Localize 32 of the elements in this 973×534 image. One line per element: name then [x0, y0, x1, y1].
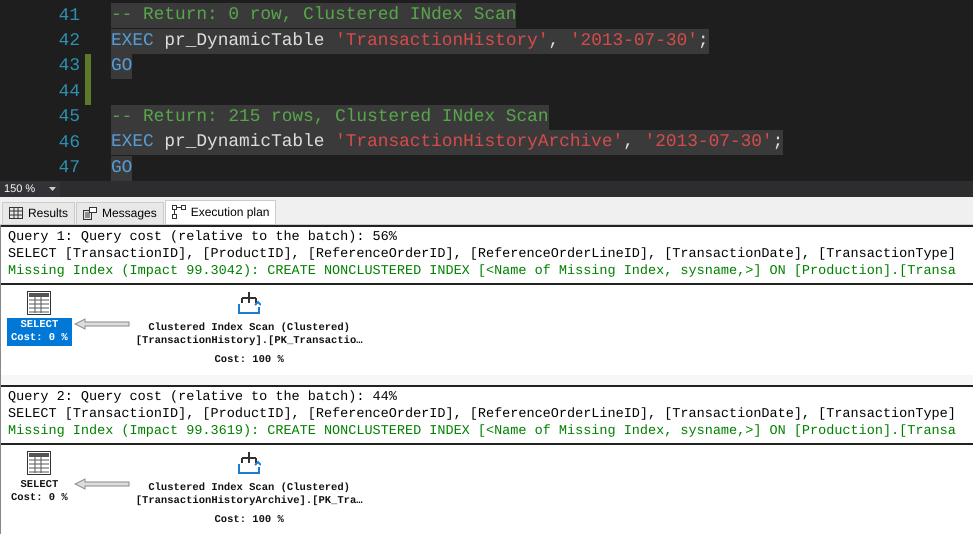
- zoom-dropdown[interactable]: 150 %: [0, 180, 60, 197]
- dropdown-caret-icon: [49, 186, 56, 191]
- result-tab[interactable]: Messages: [76, 202, 164, 224]
- table-icon: [27, 290, 52, 315]
- line-number: 45: [58, 107, 80, 128]
- line-number: 44: [58, 82, 80, 102]
- line-number: 43: [58, 56, 80, 76]
- plan-icon: [172, 205, 186, 220]
- code-editor[interactable]: [0, 0, 973, 181]
- grid-icon: [9, 207, 23, 220]
- plan-node-label[interactable]: Clustered Index Scan (Clustered) [TransactionHistory].[PK_Transactio… Cost: 100 %: [132, 320, 367, 368]
- query-cost-text: Query 2: Query cost (relative to the batch): 44%: [8, 388, 398, 406]
- plan-node-label[interactable]: SELECT Cost: 0 %: [7, 478, 72, 506]
- plan-node-label[interactable]: Clustered Index Scan (Clustered) [TransactionHistoryArchive].[PK_Tra… Cost: 100 %: [132, 480, 367, 528]
- flow-arrow: [74, 478, 130, 490]
- result-tab[interactable]: Results: [2, 202, 76, 224]
- line-number: 41: [58, 6, 80, 26]
- index-scan-icon: [237, 290, 262, 315]
- line-number: 42: [58, 31, 80, 52]
- line-number: 46: [58, 132, 80, 153]
- result-tab[interactable]: Execution plan: [164, 200, 276, 224]
- messages-icon: [83, 206, 98, 220]
- query-cost-text: Query 1: Query cost (relative to the batch): 56%: [8, 228, 398, 246]
- table-icon: [27, 450, 52, 475]
- query-statement: SELECT [TransactionID], [ProductID], [ReferenceOrderID], [ReferenceOrderLineID], [TransactionDate], [TransactionType]: [8, 406, 957, 423]
- index-scan-icon: [237, 450, 262, 475]
- line-number: 47: [58, 158, 80, 178]
- query-statement: SELECT [TransactionID], [ProductID], [ReferenceOrderID], [ReferenceOrderLineID], [TransactionDate], [TransactionType]: [8, 246, 957, 263]
- missing-index-text[interactable]: Missing Index (Impact 99.3042): CREATE NONCLUSTERED INDEX [<Name of Missing Index, sysname,>] ON [Production].[Transa: [8, 262, 973, 280]
- missing-index-text[interactable]: Missing Index (Impact 99.3619): CREATE NONCLUSTERED INDEX [<Name of Missing Index, sysname,>] ON [Production].[Transa: [8, 422, 973, 440]
- plan-node-label[interactable]: SELECT Cost: 0 %: [7, 318, 72, 346]
- flow-arrow: [74, 318, 130, 330]
